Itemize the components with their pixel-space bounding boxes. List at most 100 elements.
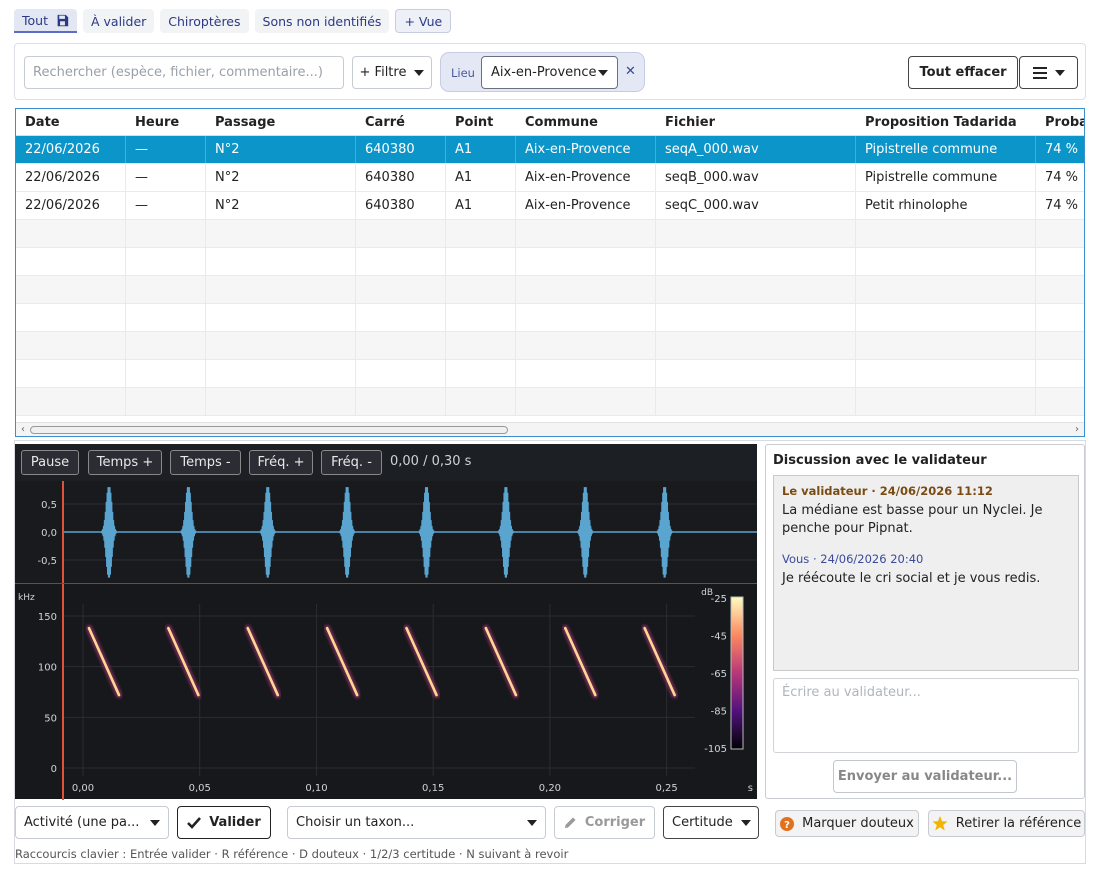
keyboard-shortcuts-hint: Raccourcis clavier : Entrée valider · R … bbox=[15, 847, 569, 861]
message-header: Vous · 24/06/2026 20:40 bbox=[782, 552, 924, 566]
call-trace bbox=[325, 626, 359, 697]
column-menu-button[interactable] bbox=[1019, 56, 1078, 89]
header-col-passage[interactable]: Passage bbox=[206, 109, 356, 135]
add-filter-button[interactable]: + Filtre bbox=[352, 56, 432, 89]
send-message-button[interactable]: Envoyer au validateur... bbox=[833, 760, 1017, 793]
scroll-right-icon[interactable]: › bbox=[1071, 423, 1083, 436]
clear-all-label: Tout effacer bbox=[919, 65, 1007, 80]
mark-doubtful-button[interactable]: ? Marquer douteux bbox=[775, 810, 919, 837]
header-col-point[interactable]: Point bbox=[446, 109, 516, 135]
lieu-select[interactable]: Aix-en-Provence bbox=[481, 56, 618, 89]
table-row[interactable]: 22/06/2026— N°2 640380 A1 Aix-en-Provence seq… bbox=[16, 136, 1084, 164]
cell-col-commune: Aix-en-Provence bbox=[516, 164, 656, 191]
cell-col-proposition bbox=[856, 332, 1036, 359]
cell-col-point bbox=[446, 220, 516, 247]
db-tick-label: -85 bbox=[711, 707, 727, 718]
search-input[interactable] bbox=[24, 56, 344, 89]
tab-chiropteres[interactable]: Chiroptères bbox=[160, 9, 249, 33]
empty-row bbox=[16, 248, 1084, 276]
save-icon[interactable] bbox=[56, 14, 69, 27]
empty-row bbox=[16, 304, 1084, 332]
cell-col-fichier bbox=[656, 276, 856, 303]
message-body: La médiane est basse pour un Nyclei. Je … bbox=[782, 503, 1043, 536]
cell-col-passage: N°2 bbox=[206, 164, 356, 191]
header-col-fichier[interactable]: Fichier bbox=[656, 109, 856, 135]
cell-col-date bbox=[16, 276, 126, 303]
cell-col-fichier: seqC_000.wav bbox=[656, 192, 856, 219]
tab-sons-non-identifies[interactable]: Sons non identifiés bbox=[254, 9, 390, 33]
tab-a-valider[interactable]: À valider bbox=[82, 9, 155, 33]
tab-tout[interactable]: Tout bbox=[14, 9, 77, 33]
spectrogram[interactable]: kHz 150 100 50 0 0,00 0,05 0,10 0,15 0,20 0,25 s dB -… bbox=[15, 583, 757, 800]
remove-reference-button[interactable]: Retirer la référence bbox=[928, 810, 1085, 837]
cell-col-proba bbox=[1036, 248, 1084, 275]
header-col-proba[interactable]: Proba bbox=[1036, 109, 1084, 135]
cell-col-point: A1 bbox=[446, 192, 516, 219]
cell-col-proposition: Pipistrelle commune bbox=[856, 136, 1036, 163]
chip-label: Lieu bbox=[451, 66, 475, 80]
time-zoom-out-button[interactable]: Temps - bbox=[170, 450, 241, 475]
results-table: Date Heure Passage Carré Point Commune Fichier… bbox=[15, 108, 1085, 437]
call-trace bbox=[87, 626, 121, 697]
waveform[interactable]: 0,5 0,0 -0,5 bbox=[15, 481, 757, 583]
activity-value: Activité (une pa... bbox=[24, 815, 140, 830]
table-row[interactable]: 22/06/2026— N°2 640380 A1 Aix-en-Provence seq… bbox=[16, 164, 1084, 192]
cell-col-heure bbox=[126, 304, 206, 331]
check-icon bbox=[187, 816, 202, 829]
validate-button[interactable]: Valider bbox=[177, 806, 271, 839]
certainty-select[interactable]: Certitude bbox=[663, 806, 759, 839]
tab-label: + Vue bbox=[404, 13, 443, 29]
wave-burst bbox=[418, 487, 435, 578]
cell-col-carre bbox=[356, 360, 446, 387]
cell-col-carre bbox=[356, 304, 446, 331]
cell-col-passage bbox=[206, 332, 356, 359]
table-row[interactable]: 22/06/2026— N°2 640380 A1 Aix-en-Provence seq… bbox=[16, 192, 1084, 220]
wave-burst bbox=[577, 487, 594, 578]
wave-burst bbox=[100, 487, 118, 578]
call-trace bbox=[643, 626, 676, 697]
close-icon[interactable]: ✕ bbox=[625, 64, 636, 79]
scroll-thumb[interactable] bbox=[30, 426, 508, 434]
db-tick-label: -105 bbox=[704, 744, 727, 755]
message-input[interactable] bbox=[773, 678, 1079, 753]
activity-select[interactable]: Activité (une pa... bbox=[15, 806, 169, 839]
cell-col-heure bbox=[126, 388, 206, 415]
header-col-commune[interactable]: Commune bbox=[516, 109, 656, 135]
pencil-icon bbox=[564, 817, 576, 828]
add-filter-label: + Filtre bbox=[359, 65, 407, 80]
clear-all-button[interactable]: Tout effacer bbox=[908, 56, 1018, 89]
header-col-heure[interactable]: Heure bbox=[126, 109, 206, 135]
header-col-date[interactable]: Date bbox=[16, 109, 126, 135]
empty-row bbox=[16, 360, 1084, 388]
cell-col-proposition bbox=[856, 388, 1036, 415]
wave-tick-label: 0,0 bbox=[41, 528, 57, 539]
pause-button[interactable]: Pause bbox=[21, 450, 79, 475]
wave-burst bbox=[497, 487, 515, 578]
cell-col-commune bbox=[516, 248, 656, 275]
time-tick-label: 0,00 bbox=[72, 783, 94, 794]
wave-burst bbox=[259, 487, 277, 578]
header-col-carre[interactable]: Carré bbox=[356, 109, 446, 135]
freq-tick-label: 0 bbox=[51, 764, 57, 775]
button-label: Temps + bbox=[96, 455, 154, 470]
taxon-select[interactable]: Choisir un taxon... bbox=[287, 806, 546, 839]
time-zoom-in-button[interactable]: Temps + bbox=[88, 450, 162, 475]
scroll-left-icon[interactable]: ‹ bbox=[17, 423, 29, 436]
cell-col-passage bbox=[206, 388, 356, 415]
star-icon bbox=[932, 816, 948, 831]
cell-col-passage: N°2 bbox=[206, 136, 356, 163]
freq-zoom-out-button[interactable]: Fréq. - bbox=[321, 450, 382, 475]
freq-unit-label: kHz bbox=[18, 593, 35, 603]
horizontal-scrollbar[interactable]: ‹ › bbox=[16, 422, 1084, 436]
audio-player: Pause Temps + Temps - Fréq. + Fréq. - 0,… bbox=[15, 444, 757, 800]
cell-col-point: A1 bbox=[446, 136, 516, 163]
cell-col-date: 22/06/2026 bbox=[16, 192, 126, 219]
cell-col-commune: Aix-en-Provence bbox=[516, 136, 656, 163]
add-view-button[interactable]: + Vue bbox=[395, 9, 452, 33]
header-col-proposition[interactable]: Proposition Tadarida bbox=[856, 109, 1036, 135]
cell-col-date bbox=[16, 360, 126, 387]
freq-zoom-in-button[interactable]: Fréq. + bbox=[249, 450, 313, 475]
cell-col-date: 22/06/2026 bbox=[16, 164, 126, 191]
tab-label: À valider bbox=[90, 13, 147, 29]
correct-button[interactable]: Corriger bbox=[554, 806, 655, 839]
